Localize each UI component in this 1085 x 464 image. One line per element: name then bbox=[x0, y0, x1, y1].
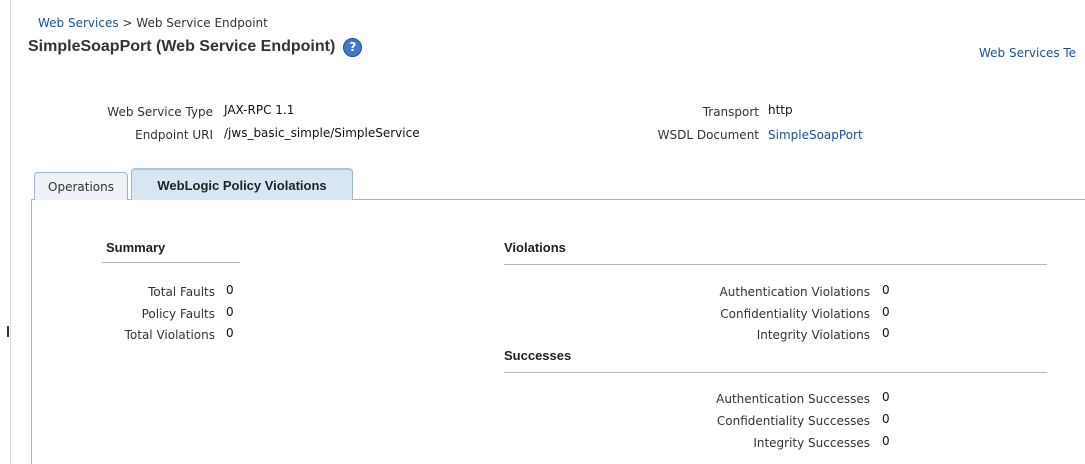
total-faults-value: 0 bbox=[226, 283, 234, 297]
page-header: SimpleSoapPort (Web Service Endpoint)? bbox=[28, 38, 363, 60]
successes-heading: Successes bbox=[504, 348, 572, 363]
total-faults-label: Total Faults bbox=[148, 285, 215, 299]
confidentiality-successes-value: 0 bbox=[882, 412, 890, 426]
web-services-test-link[interactable]: Web Services Te bbox=[979, 46, 1076, 60]
web-service-type-label: Web Service Type bbox=[107, 105, 213, 119]
tab-weblogic-policy-violations[interactable]: WebLogic Policy Violations bbox=[131, 168, 353, 200]
successes-divider bbox=[504, 372, 1047, 373]
summary-divider bbox=[102, 262, 240, 263]
integrity-successes-value: 0 bbox=[882, 434, 890, 448]
integrity-successes-label: Integrity Successes bbox=[753, 436, 870, 450]
endpoint-uri-label: Endpoint URI bbox=[135, 128, 213, 142]
confidentiality-violations-value: 0 bbox=[882, 305, 890, 319]
authentication-successes-label: Authentication Successes bbox=[716, 392, 870, 406]
transport-value: http bbox=[768, 103, 793, 117]
confidentiality-violations-label: Confidentiality Violations bbox=[720, 307, 870, 321]
wsdl-document-label: WSDL Document bbox=[657, 128, 759, 142]
help-icon[interactable]: ? bbox=[343, 38, 363, 57]
policy-faults-value: 0 bbox=[226, 305, 234, 319]
breadcrumb-link-web-services[interactable]: Web Services bbox=[38, 16, 119, 30]
breadcrumb: Web Services > Web Service Endpoint bbox=[38, 16, 268, 30]
integrity-violations-label: Integrity Violations bbox=[756, 328, 870, 342]
authentication-violations-label: Authentication Violations bbox=[719, 285, 870, 299]
violations-divider bbox=[504, 264, 1047, 265]
splitter-handle[interactable] bbox=[7, 326, 9, 337]
integrity-violations-value: 0 bbox=[882, 326, 890, 340]
total-violations-label: Total Violations bbox=[124, 328, 215, 342]
left-frame-border bbox=[10, 0, 11, 464]
breadcrumb-separator: > bbox=[122, 16, 133, 30]
tab-operations[interactable]: Operations bbox=[34, 172, 128, 200]
summary-heading: Summary bbox=[106, 240, 166, 255]
transport-label: Transport bbox=[702, 105, 759, 119]
page-title: SimpleSoapPort (Web Service Endpoint) bbox=[28, 38, 336, 55]
authentication-successes-value: 0 bbox=[882, 390, 890, 404]
authentication-violations-value: 0 bbox=[882, 283, 890, 297]
total-violations-value: 0 bbox=[226, 326, 234, 340]
confidentiality-successes-label: Confidentiality Successes bbox=[716, 414, 870, 428]
web-service-type-value: JAX-RPC 1.1 bbox=[224, 103, 295, 117]
endpoint-uri-value: /jws_basic_simple/SimpleService bbox=[224, 126, 420, 140]
violations-heading: Violations bbox=[504, 240, 566, 255]
policy-faults-label: Policy Faults bbox=[141, 307, 215, 321]
wsdl-document-link[interactable]: SimpleSoapPort bbox=[768, 128, 863, 142]
breadcrumb-current: Web Service Endpoint bbox=[136, 16, 268, 30]
